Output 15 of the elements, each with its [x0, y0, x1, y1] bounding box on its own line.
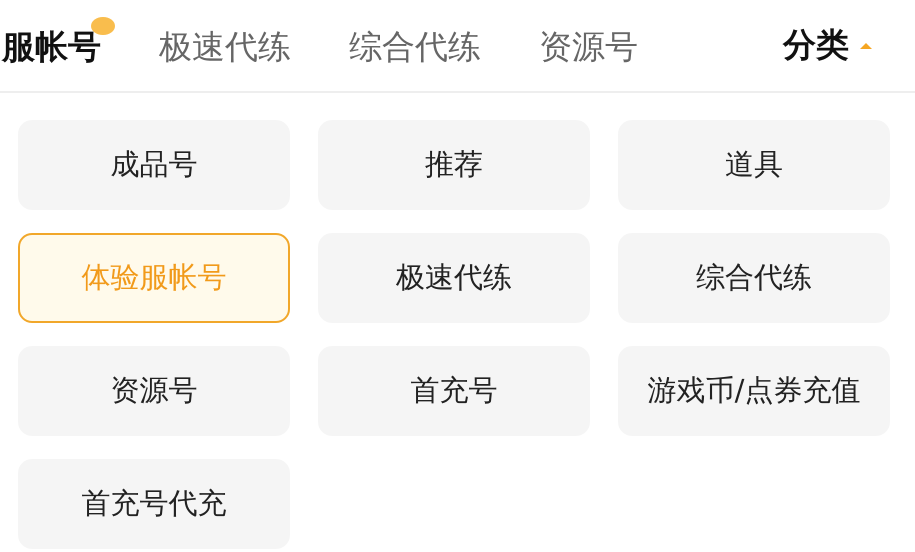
- category-option[interactable]: 综合代练: [618, 233, 890, 323]
- category-option[interactable]: 游戏币/点券充值: [618, 346, 890, 436]
- category-option[interactable]: 道具: [618, 120, 890, 210]
- category-option[interactable]: 极速代练: [318, 233, 590, 323]
- category-option[interactable]: 推荐: [318, 120, 590, 210]
- tab[interactable]: 综合代练: [347, 15, 497, 76]
- tab[interactable]: 极速代练: [157, 15, 307, 76]
- category-option[interactable]: 资源号: [18, 346, 290, 436]
- category-option[interactable]: 首充号: [318, 346, 590, 436]
- caret-icon: [859, 42, 873, 50]
- category-option[interactable]: 成品号: [18, 120, 290, 210]
- tab[interactable]: 资源号: [537, 15, 654, 76]
- tab[interactable]: 服帐号: [0, 15, 117, 76]
- category-button[interactable]: 分类: [783, 23, 873, 68]
- category-option[interactable]: 首充号代充: [18, 459, 290, 549]
